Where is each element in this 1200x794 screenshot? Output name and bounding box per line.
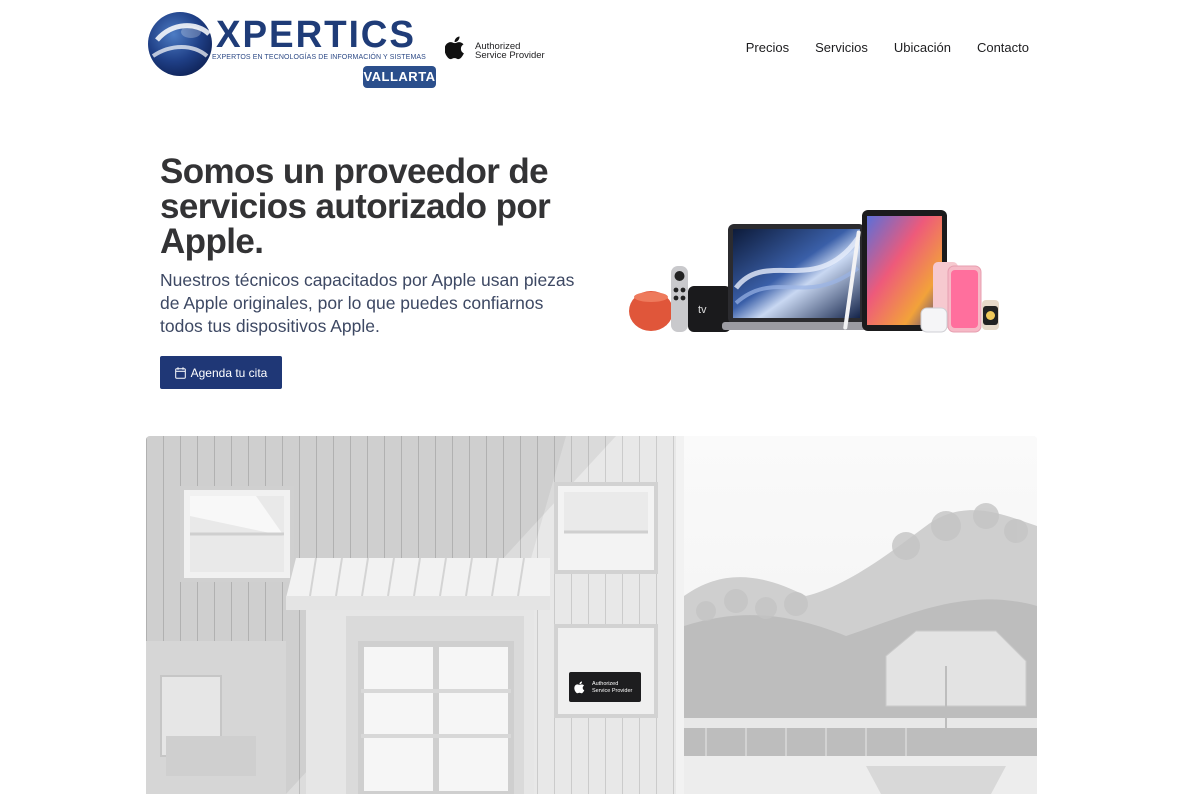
globe-logo-icon xyxy=(148,12,212,76)
nav-link-precios[interactable]: Precios xyxy=(746,40,789,55)
asp-line2: Service Provider xyxy=(475,50,545,61)
nav-link-servicios[interactable]: Servicios xyxy=(815,40,868,55)
logo-tagline: EXPERTOS EN TECNOLOGÍAS DE INFORMACIÓN Y… xyxy=(212,54,426,61)
hero-title: Somos un proveedor de servicios autoriza… xyxy=(160,152,551,261)
store-illustration: Authorized Service Provider xyxy=(146,436,1037,794)
nav-link-ubicacion[interactable]: Ubicación xyxy=(894,40,951,55)
main-nav: Precios Servicios Ubicación Contacto xyxy=(746,40,1029,55)
logo-wordmark: XPERTICS xyxy=(216,14,416,56)
schedule-appointment-button[interactable]: Agenda tu cita xyxy=(160,356,282,389)
calendar-icon xyxy=(174,366,186,379)
cta-label: Agenda tu cita xyxy=(190,365,268,380)
apple-tv-label: tv xyxy=(698,304,707,316)
logo-city-badge: VALLARTA xyxy=(363,66,436,88)
nav-link-contacto[interactable]: Contacto xyxy=(977,40,1029,55)
store-photo-banner: Authorized Service Provider xyxy=(146,436,1037,794)
apple-devices-image: tv xyxy=(629,210,999,333)
hero-description: Nuestros técnicos capacitados por Apple … xyxy=(160,270,575,336)
apple-logo-icon xyxy=(445,36,464,60)
sign-line1: Authorized xyxy=(592,681,618,687)
sign-line2: Service Provider xyxy=(592,688,633,694)
brand-logo[interactable]: XPERTICS EXPERTOS EN TECNOLOGÍAS DE INFO… xyxy=(146,8,438,92)
